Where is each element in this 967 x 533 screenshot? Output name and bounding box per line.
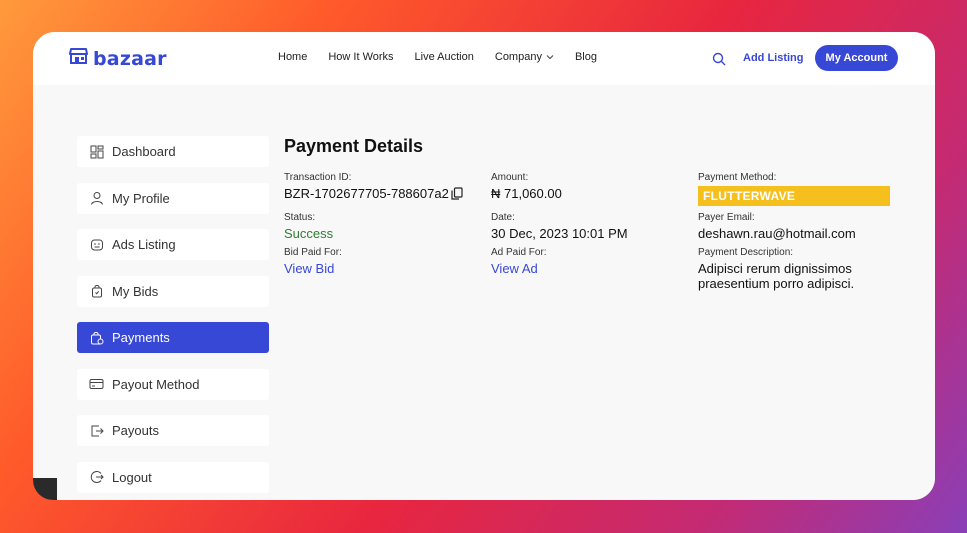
payer-email-field: Payer Email: deshawn.rau@hotmail.com [698, 212, 856, 241]
sidebar-item-my-profile[interactable]: My Profile [77, 182, 269, 214]
sidebar-item-label: My Profile [112, 190, 170, 206]
view-ad-link[interactable]: View Ad [491, 261, 547, 276]
payout-icon [89, 423, 104, 438]
nav-company[interactable]: Company [495, 51, 554, 63]
amount-label: Amount: [491, 172, 529, 183]
copy-icon[interactable] [451, 187, 463, 203]
payment-method-field: Payment Method: FLUTTERWAVE [698, 172, 890, 206]
payment-method-label: Payment Method: [698, 172, 777, 183]
transaction-id-field: Transaction ID: BZR-1702677705-788607a2 [284, 172, 463, 203]
payment-description-line-2: praesentium porro adipisci. [698, 276, 855, 291]
search-icon[interactable] [712, 52, 726, 71]
nav-company-label: Company [494, 51, 542, 63]
sidebar-item-payments[interactable]: Payments [77, 322, 269, 353]
bag-icon [89, 284, 104, 299]
bid-paid-label: Bid Paid For: [284, 247, 342, 258]
payment-description-label: Payment Description: [698, 247, 794, 258]
payment-description-field: Payment Description: Adipisci rerum dign… [698, 247, 854, 291]
status-field: Status: Success [284, 212, 333, 241]
logout-icon [89, 470, 104, 485]
page-title: Payment Details [284, 136, 424, 156]
user-icon [89, 191, 104, 206]
date-field: Date: 30 Dec, 2023 10:01 PM [491, 212, 628, 241]
sidebar-item-payouts[interactable]: Payouts [77, 415, 269, 446]
ad-paid-label: Ad Paid For: [491, 247, 547, 258]
payment-description-line-1: Adipisci rerum dignissimos [698, 261, 852, 276]
logo[interactable]: bazaar [69, 47, 167, 70]
sidebar-item-ads-listing[interactable]: Ads Listing [77, 229, 269, 260]
payments-icon [89, 330, 104, 345]
sidebar-item-label: Payout Method [112, 376, 200, 392]
chevron-down-icon [546, 51, 554, 63]
sidebar-item-my-bids[interactable]: My Bids [77, 275, 269, 307]
sidebar-item-logout[interactable]: Logout [77, 461, 269, 493]
payment-details-panel: Payment Details Transaction ID: BZR-1702… [284, 136, 904, 332]
brand-name: bazaar [93, 47, 167, 70]
payer-email-value: deshawn.rau@hotmail.com [698, 226, 856, 241]
payment-method-badge: FLUTTERWAVE [698, 186, 890, 206]
transaction-id-value-row: BZR-1702677705-788607a2 [284, 186, 463, 203]
amount-value: ₦ 71,060.00 [491, 186, 562, 201]
sidebar-item-payout-method[interactable]: Payout Method [77, 368, 269, 400]
nav-blog[interactable]: Blog [575, 51, 597, 63]
ad-paid-field: Ad Paid For: View Ad [491, 247, 547, 276]
transaction-id-label: Transaction ID: [284, 172, 352, 183]
sidebar-item-label: Payments [112, 330, 170, 345]
add-listing-link[interactable]: Add Listing [743, 52, 804, 64]
nav-home[interactable]: Home [278, 51, 307, 63]
store-icon [69, 47, 88, 70]
bid-paid-field: Bid Paid For: View Bid [284, 247, 342, 276]
nav-live-auction[interactable]: Live Auction [415, 51, 474, 63]
sidebar-item-dashboard[interactable]: Dashboard [77, 136, 269, 167]
amount-field: Amount: ₦ 71,060.00 [491, 172, 562, 201]
sidebar: Dashboard My Profile Ads Listing My Bids… [77, 136, 269, 500]
sidebar-item-label: Ads Listing [112, 237, 176, 252]
view-bid-link[interactable]: View Bid [284, 261, 342, 276]
payment-details-grid: Transaction ID: BZR-1702677705-788607a2 … [284, 172, 904, 332]
sidebar-item-label: Payouts [112, 423, 159, 438]
status-value: Success [284, 226, 334, 241]
top-navbar: bazaar Home How It Works Live Auction Co… [33, 32, 935, 85]
sidebar-item-label: Logout [112, 469, 152, 485]
date-value: 30 Dec, 2023 10:01 PM [491, 226, 628, 241]
app-window: bazaar Home How It Works Live Auction Co… [33, 32, 935, 500]
my-account-button[interactable]: My Account [815, 45, 898, 71]
date-label: Date: [491, 212, 515, 223]
main-nav: Home How It Works Live Auction Company B… [278, 51, 597, 63]
payer-email-label: Payer Email: [698, 212, 755, 223]
card-icon [89, 377, 104, 392]
sidebar-item-label: My Bids [112, 283, 159, 299]
dashboard-icon [89, 144, 104, 159]
status-label: Status: [284, 212, 316, 223]
ads-icon [89, 237, 104, 252]
sidebar-item-label: Dashboard [112, 144, 176, 159]
nav-how-it-works[interactable]: How It Works [328, 51, 393, 63]
transaction-id-value: BZR-1702677705-788607a2 [284, 186, 449, 201]
